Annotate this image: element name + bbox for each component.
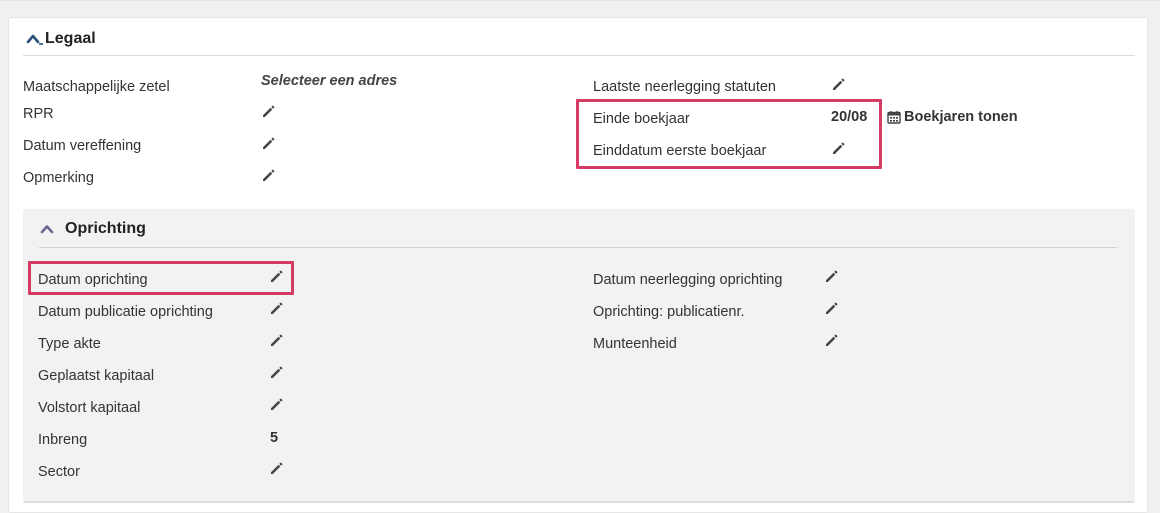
oprichting-divider xyxy=(39,247,1117,248)
chevron-up-icon xyxy=(40,225,54,234)
legaal-divider xyxy=(23,55,1135,56)
oprichting-section-toggle[interactable]: Oprichting xyxy=(39,218,146,240)
pencil-icon[interactable] xyxy=(269,300,285,316)
einde-boekjaar-value: 20/08 xyxy=(831,109,868,125)
pencil-icon[interactable] xyxy=(261,135,277,151)
field-label-datum-vereffening: Datum vereffening xyxy=(23,138,142,154)
pencil-icon[interactable] xyxy=(824,300,840,316)
pencil-icon[interactable] xyxy=(831,140,847,156)
field-label-einde-boekjaar: Einde boekjaar xyxy=(593,111,690,127)
chevron-up-icon xyxy=(26,34,43,45)
field-label-datum-publicatie-oprichting: Datum publicatie oprichting xyxy=(38,304,213,320)
field-label-oprichting-publicatienr: Oprichting: publicatienr. xyxy=(593,304,745,320)
field-label-opmerking: Opmerking xyxy=(23,170,94,186)
field-label-einddatum-eerste-boekjaar: Einddatum eerste boekjaar xyxy=(593,143,767,159)
field-label-type-akte: Type akte xyxy=(38,336,101,352)
pencil-icon[interactable] xyxy=(824,332,840,348)
legaal-section-toggle[interactable]: Legaal xyxy=(25,28,96,50)
field-label-geplaatst-kapitaal: Geplaatst kapitaal xyxy=(38,368,155,384)
pencil-icon[interactable] xyxy=(261,167,277,183)
select-address-link[interactable]: Selecteer een adres xyxy=(261,73,397,89)
field-label-laatste-neerlegging-statuten: Laatste neerlegging statuten xyxy=(593,79,776,95)
legaal-title: Legaal xyxy=(45,30,96,47)
oprichting-card: Oprichting Datum oprichting Datum public… xyxy=(23,209,1135,503)
field-label-sector: Sector xyxy=(38,464,80,480)
top-divider xyxy=(0,0,1160,1)
pencil-icon[interactable] xyxy=(269,460,285,476)
field-label-maatschappelijke-zetel: Maatschappelijke zetel xyxy=(23,79,170,95)
pencil-icon[interactable] xyxy=(831,76,847,92)
field-label-volstort-kapitaal: Volstort kapitaal xyxy=(38,400,141,416)
pencil-icon[interactable] xyxy=(824,268,840,284)
oprichting-title: Oprichting xyxy=(65,220,146,237)
field-label-datum-oprichting: Datum oprichting xyxy=(38,272,148,288)
pencil-icon[interactable] xyxy=(269,396,285,412)
calendar-icon xyxy=(887,111,901,124)
field-label-munteenheid: Munteenheid xyxy=(593,336,677,352)
inbreng-value: 5 xyxy=(270,430,279,446)
field-label-datum-neerlegging-oprichting: Datum neerlegging oprichting xyxy=(593,272,783,288)
field-label-rpr: RPR xyxy=(23,106,54,122)
pencil-icon[interactable] xyxy=(261,103,277,119)
pencil-icon[interactable] xyxy=(269,364,285,380)
legaal-card: Legaal Maatschappelijke zetel Selecteer … xyxy=(8,17,1148,513)
boekjaren-tonen-label: Boekjaren tonen xyxy=(904,109,1018,125)
pencil-icon[interactable] xyxy=(269,268,285,284)
boekjaren-tonen-link[interactable]: Boekjaren tonen xyxy=(887,109,1018,125)
field-label-inbreng: Inbreng xyxy=(38,432,88,448)
pencil-icon[interactable] xyxy=(269,332,285,348)
